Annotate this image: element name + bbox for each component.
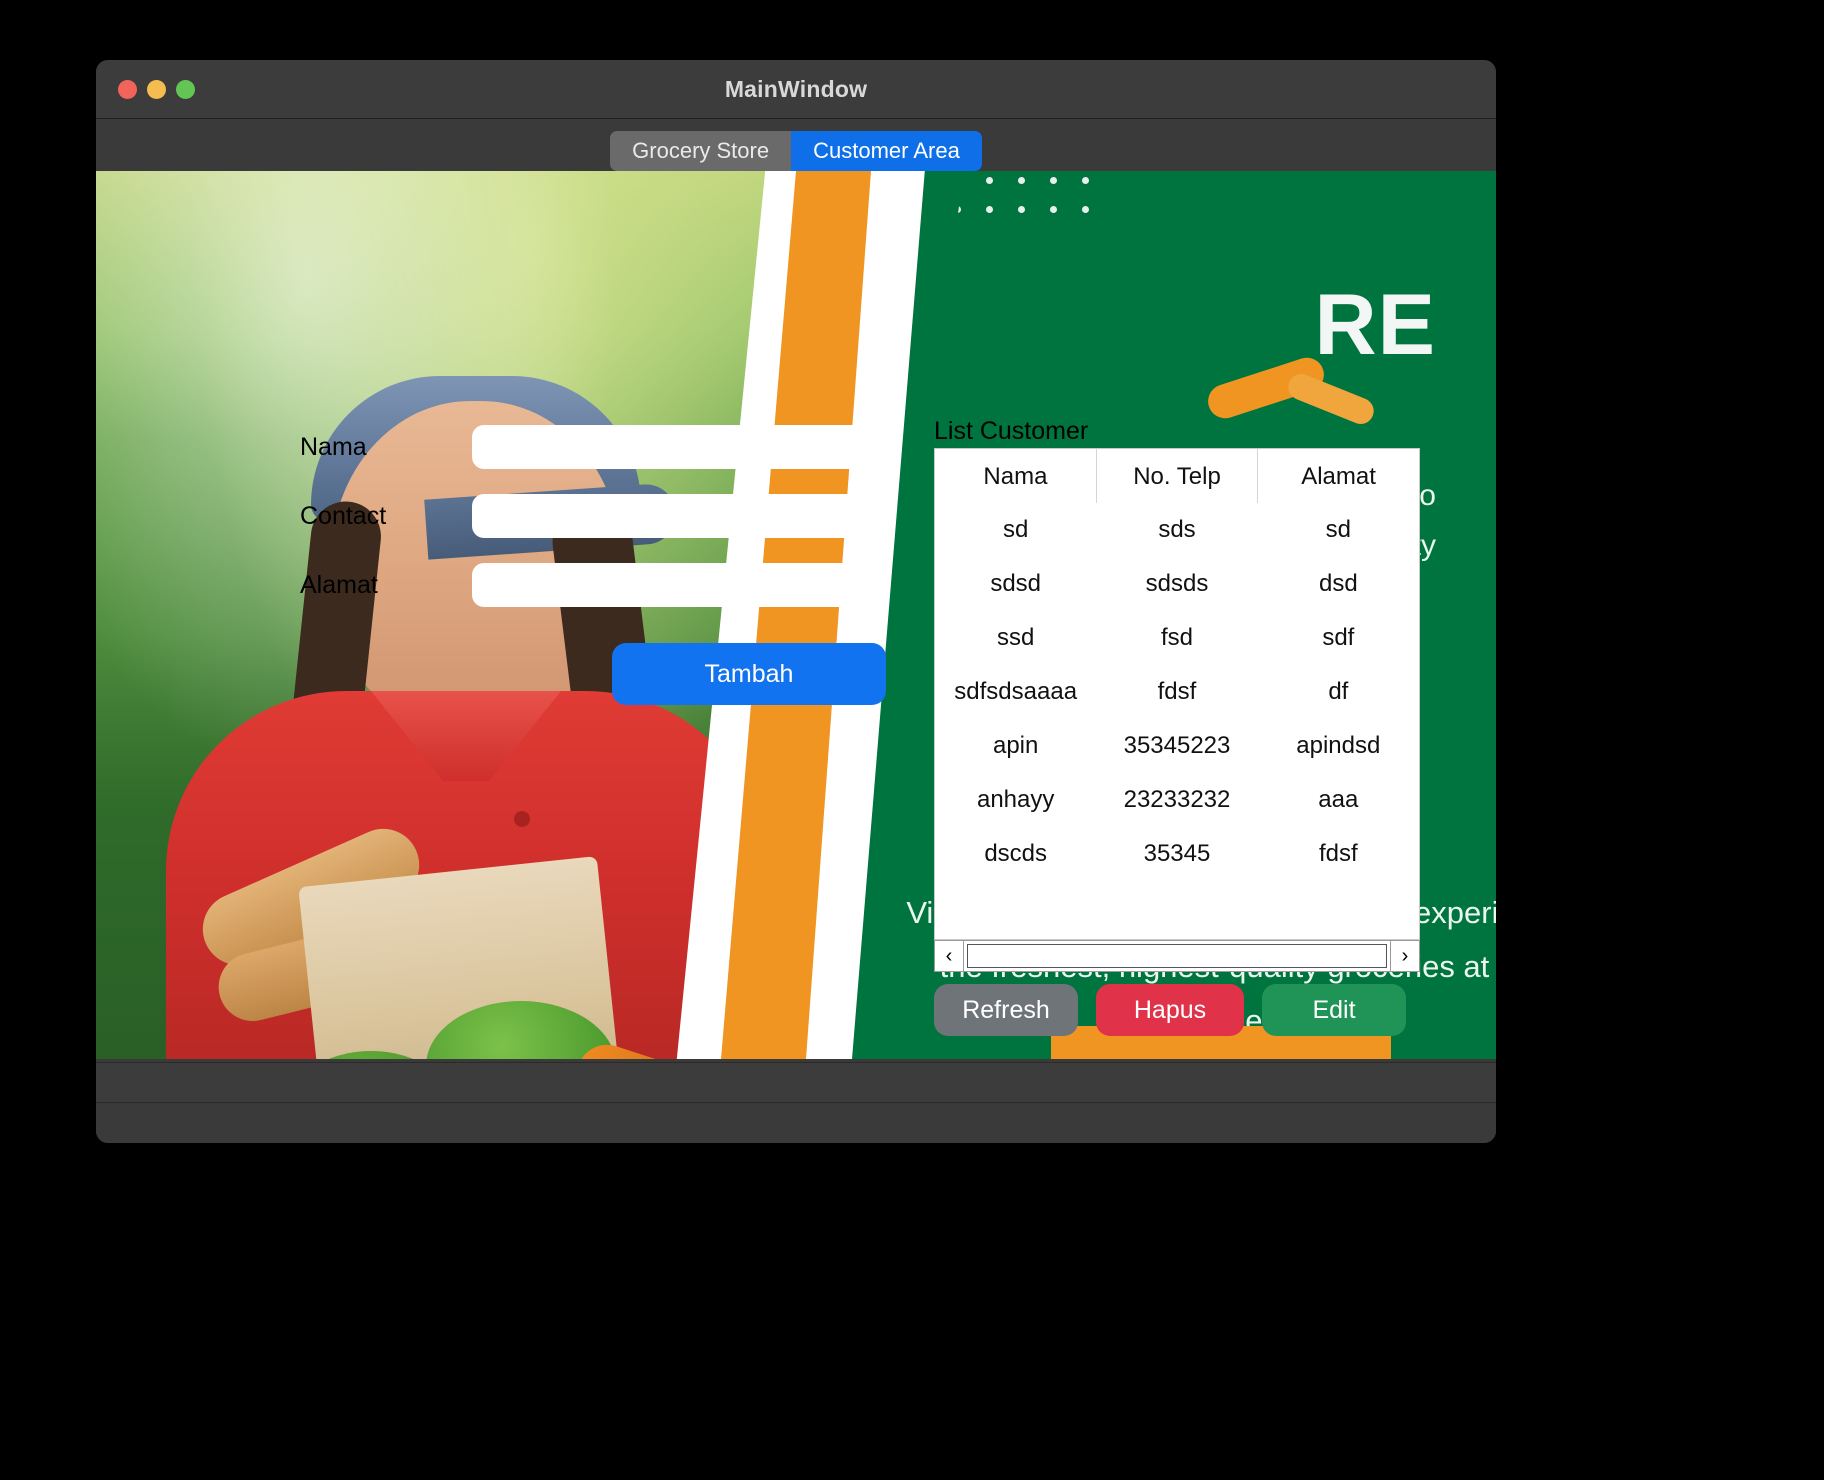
- table-cell-alamat: sdf: [1322, 624, 1355, 651]
- table-cell-nama: sd: [1002, 516, 1029, 543]
- table-row[interactable]: dscds 35345 fdsf: [935, 827, 1419, 881]
- table-row[interactable]: sdsd sdsds dsd: [935, 557, 1419, 611]
- minimize-button-icon[interactable]: [147, 80, 166, 99]
- window-controls[interactable]: [118, 80, 195, 99]
- customer-table-container[interactable]: Nama No. Telp Alamat sd sds sd sdsd sdsds dsd…: [934, 448, 1420, 940]
- table-cell-nama: ssd: [996, 624, 1035, 651]
- table-cell-nama: anhayy: [976, 786, 1055, 813]
- col-header-nama[interactable]: Nama: [935, 449, 1097, 503]
- scrollbar-thumb[interactable]: [967, 944, 1387, 968]
- poster-carrot-icon-2: [1284, 370, 1378, 428]
- table-cell-notelp: 35345223: [1123, 732, 1231, 759]
- table-cell-notelp: fsd: [1160, 624, 1193, 651]
- table-row[interactable]: sdfsdsaaaa fdsf df: [935, 665, 1419, 719]
- tab-customer-area[interactable]: Customer Area: [791, 131, 982, 171]
- table-cell-nama: sdfsdsaaaa: [954, 678, 1078, 705]
- label-alamat: Alamat: [300, 571, 378, 599]
- hapus-button[interactable]: Hapus: [1096, 984, 1244, 1036]
- poster-headline: RE: [1314, 277, 1436, 373]
- customer-table-body: sd sds sd sdsd sdsds dsd ssd fsd sdf sdfsdsaaaa fd…: [935, 503, 1419, 881]
- tab-bar: Grocery Store Customer Area: [96, 119, 1496, 171]
- title-bar: MainWindow: [96, 60, 1496, 119]
- table-cell-alamat: apindsd: [1296, 732, 1381, 759]
- zoom-button-icon[interactable]: [176, 80, 195, 99]
- refresh-button[interactable]: Refresh: [934, 984, 1078, 1036]
- list-customer-label: List Customer: [934, 417, 1089, 445]
- tab-grocery-store[interactable]: Grocery Store: [610, 131, 792, 171]
- screen: MainWindow Grocery Store Customer Area R…: [0, 0, 1824, 1480]
- col-header-alamat[interactable]: Alamat: [1258, 449, 1419, 503]
- table-cell-alamat: aaa: [1318, 786, 1359, 813]
- close-button-icon[interactable]: [118, 80, 137, 99]
- table-header-row: Nama No. Telp Alamat: [935, 449, 1419, 503]
- table-cell-notelp: sds: [1158, 516, 1196, 543]
- table-cell-notelp: 35345: [1143, 840, 1211, 867]
- table-row[interactable]: sd sds sd: [935, 503, 1419, 557]
- table-row[interactable]: ssd fsd sdf: [935, 611, 1419, 665]
- decorative-dot-grid: [954, 177, 1089, 235]
- table-horizontal-scrollbar[interactable]: ‹ ›: [934, 940, 1420, 972]
- table-cell-alamat: df: [1328, 678, 1349, 705]
- table-cell-notelp: 23233232: [1123, 786, 1231, 813]
- customer-table: Nama No. Telp Alamat sd sds sd sdsd sdsds dsd…: [935, 449, 1419, 881]
- contact-input[interactable]: [472, 494, 886, 538]
- table-cell-nama: dscds: [984, 840, 1048, 867]
- label-contact: Contact: [300, 502, 387, 530]
- table-cell-nama: sdsd: [990, 570, 1042, 597]
- status-bar-lower: [96, 1102, 1496, 1143]
- alamat-input[interactable]: [472, 563, 886, 607]
- edit-button[interactable]: Edit: [1262, 984, 1406, 1036]
- app-window: MainWindow Grocery Store Customer Area R…: [96, 60, 1496, 1143]
- table-cell-notelp: fdsf: [1157, 678, 1197, 705]
- action-button-row: Refresh Hapus Edit: [934, 984, 1406, 1036]
- table-cell-nama: apin: [992, 732, 1039, 759]
- nama-input[interactable]: [472, 425, 886, 469]
- table-cell-alamat: sd: [1325, 516, 1351, 543]
- table-cell-alamat: fdsf: [1318, 840, 1358, 867]
- status-bar-upper: [96, 1062, 1496, 1103]
- window-title: MainWindow: [724, 75, 868, 102]
- table-cell-notelp: sdsds: [1145, 570, 1209, 597]
- customer-form: Nama Contact Alamat Tambah: [96, 171, 886, 1059]
- customer-table-head: Nama No. Telp Alamat: [935, 449, 1419, 503]
- label-nama: Nama: [300, 433, 367, 461]
- table-cell-alamat: dsd: [1318, 570, 1358, 597]
- col-header-notelp[interactable]: No. Telp: [1096, 449, 1259, 503]
- scroll-right-arrow-icon[interactable]: ›: [1390, 941, 1419, 971]
- page-content: RE d to uality Catering and Prepared Foo…: [96, 171, 1496, 1059]
- tab-group: Grocery Store Customer Area: [610, 131, 982, 171]
- table-row[interactable]: apin 35345223 apindsd: [935, 719, 1419, 773]
- scroll-left-arrow-icon[interactable]: ‹: [935, 941, 964, 971]
- table-row[interactable]: anhayy 23233232 aaa: [935, 773, 1419, 827]
- tambah-button[interactable]: Tambah: [612, 643, 886, 705]
